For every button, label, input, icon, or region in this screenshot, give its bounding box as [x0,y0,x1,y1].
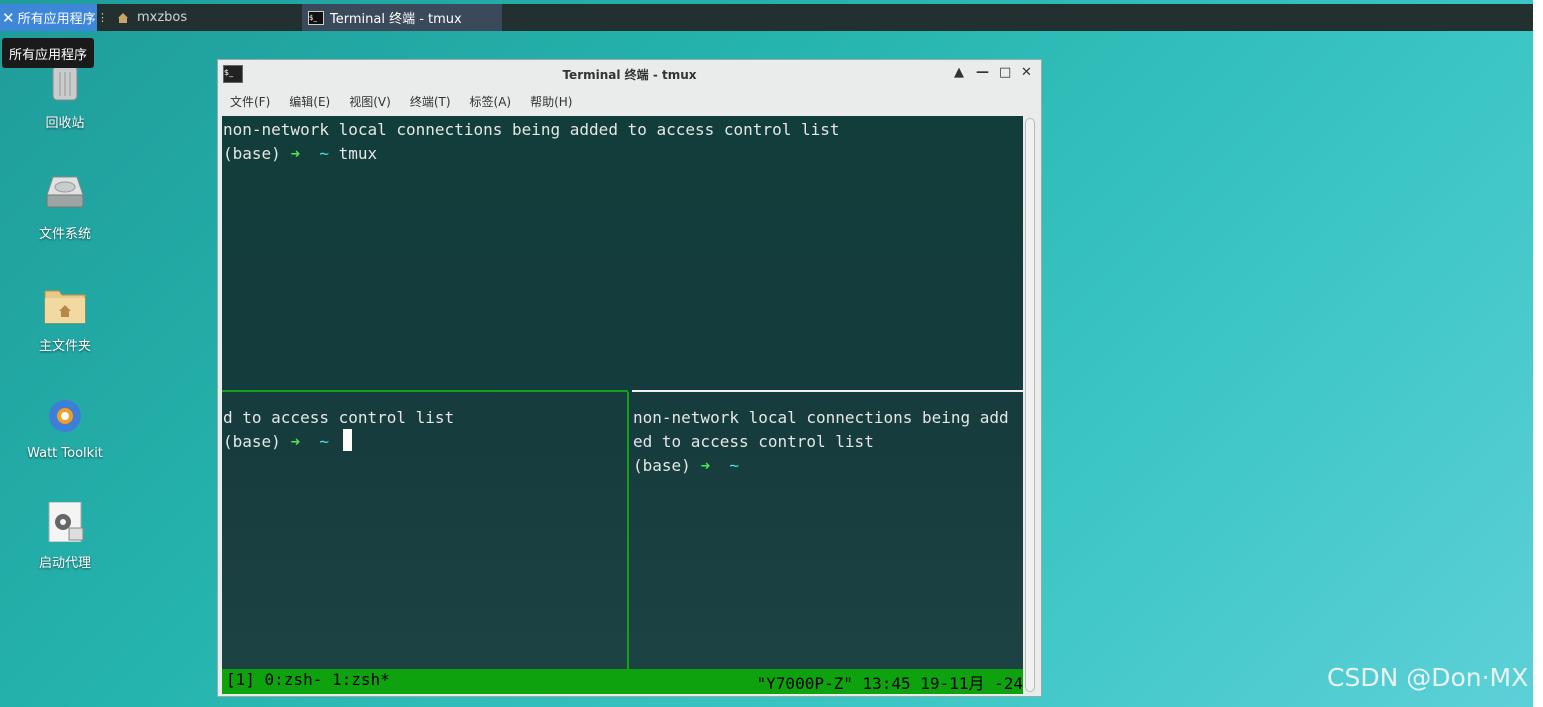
panel-separator: ⋮ [97,11,108,24]
tmux-status-right: "Y7000P-Z" 13:45 19-11月 -24 [756,674,1023,693]
menu-view[interactable]: 视图(V) [349,93,391,110]
pane-border-active [222,390,628,392]
desktop-icon-label: 回收站 [45,116,85,131]
tmux-window-list: [1] 0:zsh- 1:zsh* [226,670,390,689]
window-titlebar[interactable]: $_ Terminal 终端 - tmux ▲ — □ ✕ [218,60,1041,88]
terminal-line: ed to access control list [633,432,874,451]
xfce-logo-icon: ✕ [2,8,15,27]
desktop-icon-proxy[interactable]: 启动代理 [20,501,110,571]
terminal-line: d to access control list [223,408,455,427]
drive-icon [46,176,84,208]
terminal-prompt: (base) ➜ ~ [633,456,739,475]
gear-app-icon [49,400,81,432]
taskbar-item-home[interactable]: mxzbos [107,4,302,31]
prompt-arrow: ➜ [290,432,301,451]
desktop-icon-label: Watt Toolkit [27,446,103,461]
terminal-command: tmux [338,144,378,163]
close-button[interactable]: ✕ [1021,65,1032,80]
shade-button[interactable]: ▲ [954,65,964,80]
all-apps-label: 所有应用程序 [17,12,96,27]
trash-icon [52,65,78,101]
top-panel: ✕ 所有应用程序 ⋮ mxzbos $_ Terminal 终端 - tmux [0,4,1533,31]
terminal-prompt: (base) ➜ ~ tmux [223,144,378,163]
minimize-button[interactable]: — [976,65,989,80]
apps-tooltip: 所有应用程序 [2,38,94,68]
desktop-icon-label: 主文件夹 [38,339,91,354]
menu-help[interactable]: 帮助(H) [530,93,572,110]
desktop-icon-filesystem[interactable]: 文件系统 [20,173,110,242]
screen-edge [1533,0,1543,707]
desktop-icon-label: 文件系统 [38,227,91,242]
menu-file[interactable]: 文件(F) [230,93,270,110]
terminal-cursor [343,429,352,451]
pane-border [632,390,1023,392]
desktop-icon-watt-toolkit[interactable]: Watt Toolkit [20,396,110,461]
desktop-icon-home-folder[interactable]: 主文件夹 [20,285,110,354]
terminal-window: $_ Terminal 终端 - tmux ▲ — □ ✕ 文件(F) 编辑(E… [217,59,1042,697]
pane-divider [627,392,629,669]
terminal-content[interactable]: non-network local connections being add e… [222,116,1023,694]
terminal-prompt: (base) ➜ ~ [223,432,329,451]
menu-tabs[interactable]: 标签(A) [470,93,512,110]
window-title: Terminal 终端 - tmux [562,67,697,82]
home-icon [118,12,128,23]
prompt-tilde: ~ [319,144,329,163]
desktop-icon-label: 启动代理 [38,556,91,571]
prompt-arrow: ➜ [700,456,711,475]
taskbar-item-home-label: mxzbos [137,10,188,25]
proxy-settings-icon [48,501,84,543]
menu-bar: 文件(F) 编辑(E) 视图(V) 终端(T) 标签(A) 帮助(H) [218,88,1041,114]
taskbar-item-terminal-label: Terminal 终端 - tmux [330,12,462,27]
watermark: CSDN @Don·MX [1327,663,1529,692]
tmux-status-bar: [1] 0:zsh- 1:zsh* "Y7000P-Z" 13:45 19-11… [222,669,1023,694]
maximize-button[interactable]: □ [999,65,1011,80]
terminal-icon: $_ [308,10,324,25]
menu-edit[interactable]: 编辑(E) [289,93,330,110]
all-apps-button[interactable]: ✕ 所有应用程序 [0,4,97,31]
terminal-line: non-network local connections being adde… [223,120,840,139]
scrollbar[interactable] [1025,118,1035,692]
terminal-icon: $_ [223,65,243,83]
prompt-tilde: ~ [319,432,329,451]
home-folder-icon [44,290,86,324]
menu-terminal[interactable]: 终端(T) [410,93,451,110]
prompt-arrow: ➜ [290,144,301,163]
desktop-icon-trash[interactable]: 回收站 [20,62,110,131]
prompt-tilde: ~ [729,456,739,475]
terminal-line: non-network local connections being add [633,408,1009,427]
taskbar-item-terminal[interactable]: $_ Terminal 终端 - tmux [302,4,502,31]
